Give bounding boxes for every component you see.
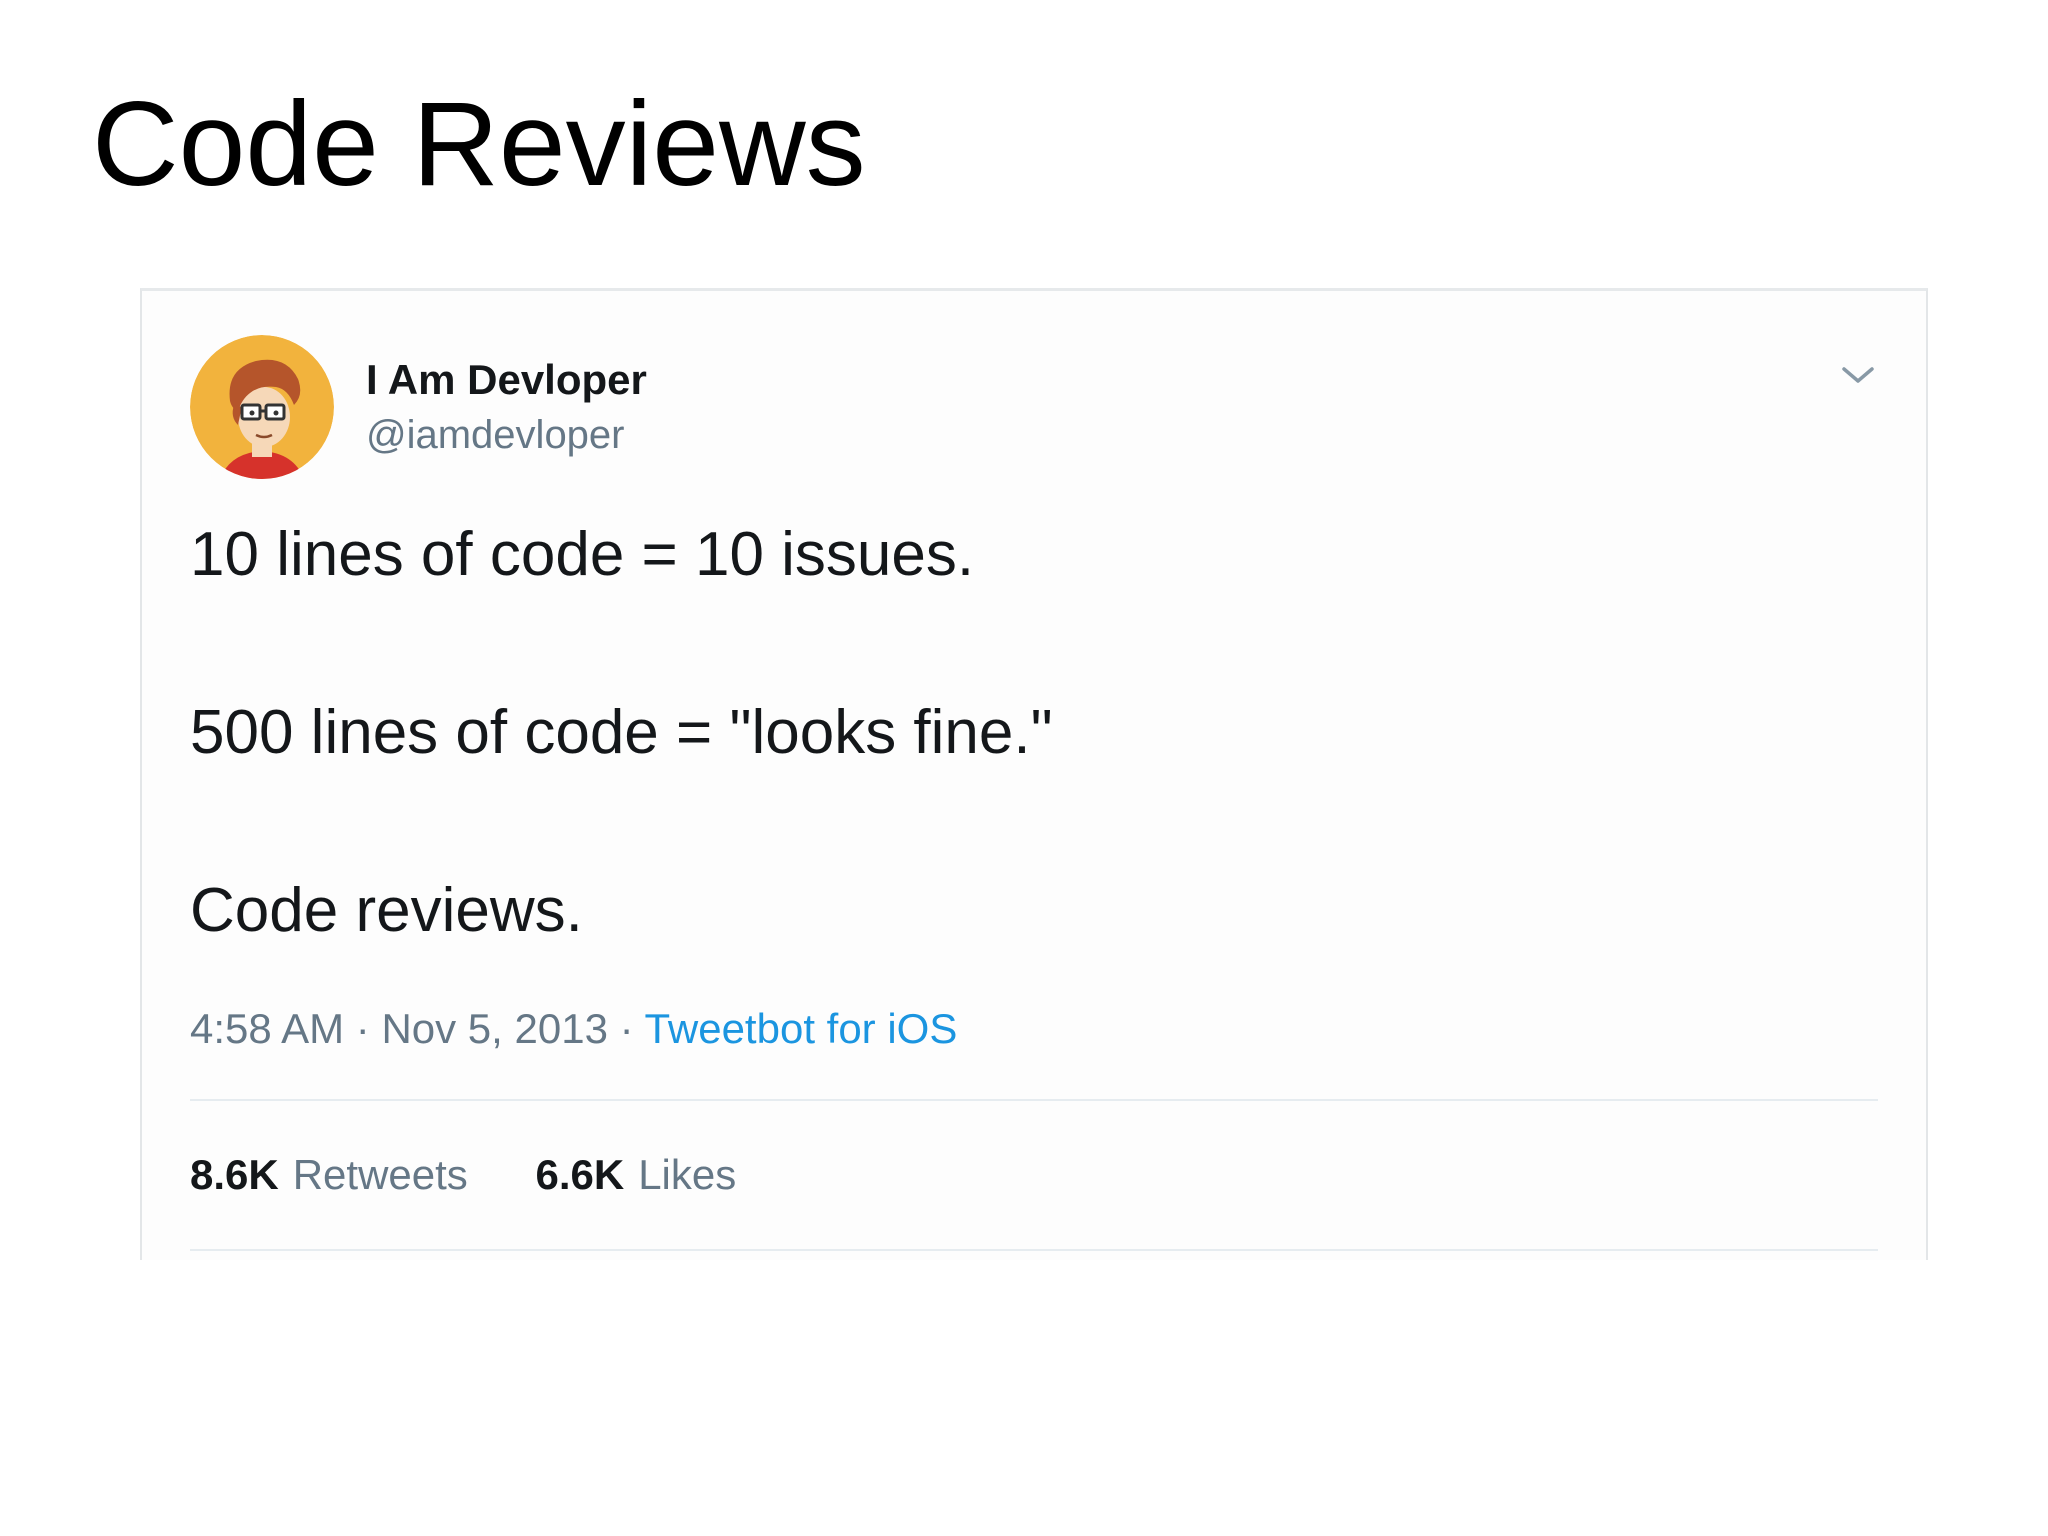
divider (190, 1249, 1878, 1251)
tweet-text-line: 10 lines of code = 10 issues. (190, 520, 975, 589)
cartoon-developer-avatar-icon (190, 335, 334, 479)
avatar[interactable] (190, 335, 334, 479)
tweet-text-line: Code reviews. (190, 876, 583, 945)
slide-title: Code Reviews (92, 77, 866, 211)
meta-separator: · (619, 1005, 634, 1052)
retweets-label: Retweets (292, 1151, 468, 1198)
tweet-card-body: I Am Devloper @iamdevloper 10 lines of c… (142, 291, 1926, 1260)
chevron-down-icon[interactable] (1838, 359, 1878, 391)
tweet-text-line: 500 lines of code = "looks fine." (190, 698, 1053, 767)
divider (190, 1099, 1878, 1101)
likes-stat[interactable]: 6.6K Likes (535, 1149, 736, 1201)
tweet-stats: 8.6K Retweets 6.6K Likes (190, 1149, 736, 1201)
meta-separator: · (355, 1005, 370, 1052)
likes-label: Likes (638, 1151, 737, 1198)
tweet-source-link[interactable]: Tweetbot for iOS (645, 1005, 958, 1052)
tweet-date[interactable]: Nov 5, 2013 (381, 1005, 608, 1052)
tweet-time[interactable]: 4:58 AM (190, 1005, 344, 1052)
author-handle[interactable]: @iamdevloper (366, 411, 625, 459)
author-name[interactable]: I Am Devloper (366, 355, 647, 405)
likes-count: 6.6K (535, 1151, 625, 1198)
retweets-count: 8.6K (190, 1151, 279, 1198)
tweet-card: I Am Devloper @iamdevloper 10 lines of c… (140, 288, 1928, 1260)
tweet-meta: 4:58 AM · Nov 5, 2013 · Tweetbot for iOS (190, 1003, 957, 1055)
retweets-stat[interactable]: 8.6K Retweets (190, 1149, 468, 1201)
